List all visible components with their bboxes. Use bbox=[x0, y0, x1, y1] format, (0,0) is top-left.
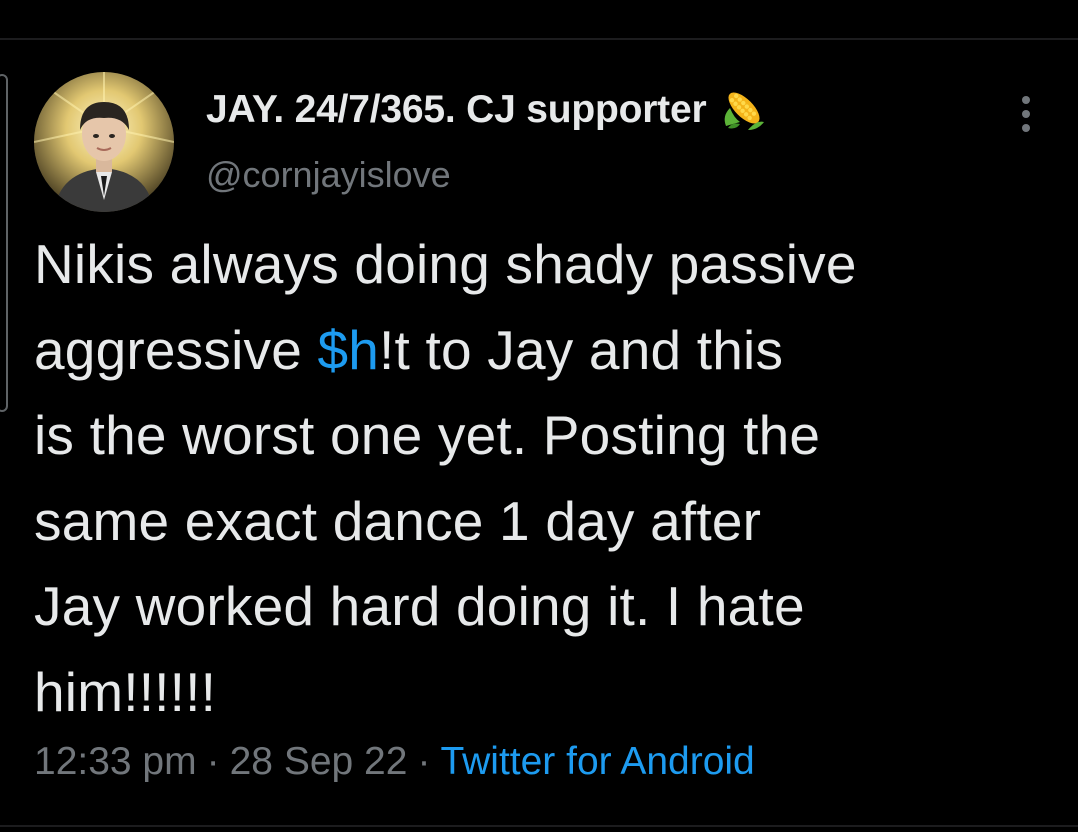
corn-icon bbox=[718, 86, 766, 134]
tweet-text-segment: him!!!!!! bbox=[34, 660, 217, 723]
tweet-text-line: him!!!!!! bbox=[34, 650, 1044, 736]
tweet-text-segment: aggressive bbox=[34, 318, 318, 381]
avatar[interactable] bbox=[34, 72, 174, 212]
bottom-divider bbox=[0, 825, 1078, 827]
tweet-text-line: same exact dance 1 day after bbox=[34, 479, 1044, 565]
tweet-text: Nikis always doing shady passive aggress… bbox=[34, 222, 1044, 735]
tweet-source-link[interactable]: Twitter for Android bbox=[440, 740, 754, 783]
tweet-text-segment: Jay worked hard doing it. I hate bbox=[34, 575, 805, 637]
more-dot bbox=[1022, 96, 1030, 104]
tweet-time: 12:33 pm bbox=[34, 740, 197, 783]
tweet-text-line: is the worst one yet. Posting the bbox=[34, 393, 1044, 479]
tweet-detail-screen: JAY. 24/7/365. CJ supporter @cornjayislo… bbox=[0, 0, 1078, 832]
more-dot bbox=[1022, 124, 1030, 132]
user-handle[interactable]: @cornjayislove bbox=[206, 154, 451, 196]
more-options-button[interactable] bbox=[1010, 92, 1044, 136]
tweet-text-line: Jay worked hard doing it. I hate bbox=[34, 564, 1044, 650]
tweet-text-segment: is the worst one yet. Posting the bbox=[34, 404, 821, 466]
tweet-metadata: 12:33 pm · 28 Sep 22 · Twitter for Android bbox=[34, 740, 755, 784]
meta-separator: · bbox=[206, 740, 220, 783]
cashtag-link[interactable]: $h bbox=[317, 319, 379, 381]
scroll-indicator[interactable] bbox=[0, 74, 8, 412]
tweet-text-segment: same exact dance 1 day after bbox=[34, 489, 762, 552]
tweet-date: 28 Sep 22 bbox=[229, 740, 408, 783]
top-divider bbox=[0, 38, 1078, 40]
tweet-text-line: Nikis always doing shady passive bbox=[34, 222, 1044, 308]
display-name[interactable]: JAY. 24/7/365. CJ supporter bbox=[206, 86, 766, 134]
tweet-text-segment: !t to Jay and this bbox=[379, 318, 784, 381]
more-dot bbox=[1022, 110, 1030, 118]
tweet-text-segment: Nikis always doing shady passive bbox=[34, 233, 857, 295]
display-name-text: JAY. 24/7/365. CJ supporter bbox=[206, 88, 707, 131]
meta-separator: · bbox=[417, 740, 431, 783]
tweet-text-line: aggressive $h!t to Jay and this bbox=[34, 308, 1044, 394]
